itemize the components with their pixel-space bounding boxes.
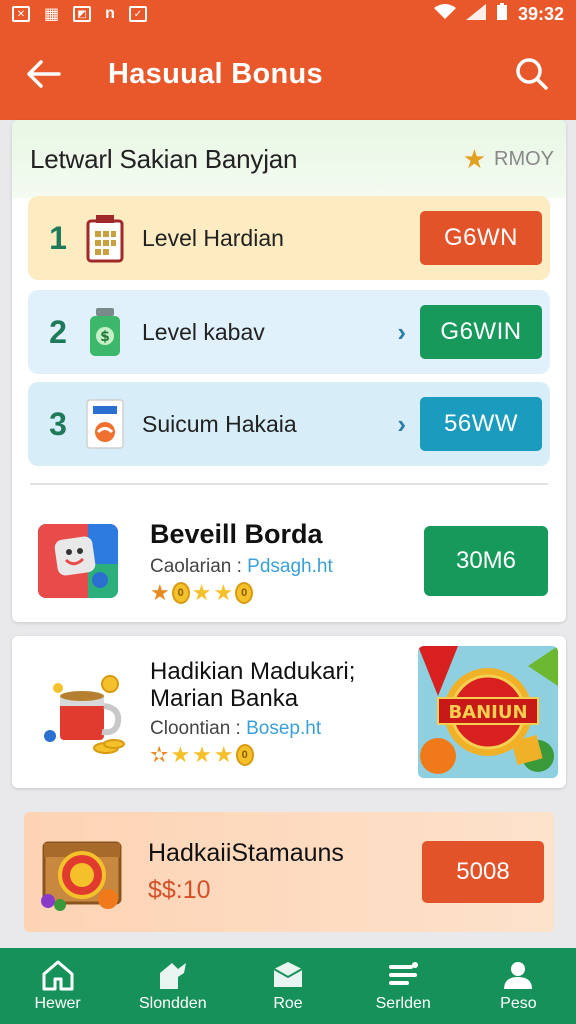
level-1-button[interactable]: G6WN xyxy=(420,211,542,265)
n-notification-icon: n xyxy=(105,5,115,22)
app-header: Hasuual Bonus xyxy=(0,28,576,120)
featured-title: Beveill Borda xyxy=(150,518,323,549)
reward-card[interactable]: HadkaiiStamauns $$:10 5008 xyxy=(24,812,554,932)
offer-sub-label: Cloontian : xyxy=(150,718,247,739)
star-icon: ★ xyxy=(191,579,212,605)
calendar-icon xyxy=(82,212,128,264)
nav-label: Slondden xyxy=(138,995,207,1012)
nav-peso[interactable]: Peso xyxy=(461,948,576,1024)
level-2-button[interactable]: G6WIN xyxy=(420,305,542,359)
nav-label: Roe xyxy=(273,995,303,1012)
nav-label: Peso xyxy=(500,995,537,1012)
nav-roe[interactable]: Roe xyxy=(230,948,345,1024)
battery-icon xyxy=(496,2,508,26)
chevron-right-icon: › xyxy=(397,316,406,347)
featured-sub-label: Caolarian : xyxy=(150,555,248,577)
level-number: 1 xyxy=(49,219,67,256)
level-number: 3 xyxy=(49,405,67,442)
main-card-badge[interactable]: ★ RMOY xyxy=(463,144,554,175)
check-notification-icon: ✓ xyxy=(128,6,147,22)
status-notifications: ✕ ▦ ◩ n ✓ xyxy=(12,4,147,24)
main-card-header: Letwarl Sakian Banyjan ★ RMOY xyxy=(12,120,566,198)
star-icon: ★ xyxy=(192,742,212,767)
level-3-button[interactable]: 56WW xyxy=(420,397,542,451)
promo-image[interactable]: BANIUN xyxy=(418,646,558,778)
image-notification-icon: ◩ xyxy=(73,6,92,22)
list-icon xyxy=(389,962,419,985)
offer-title-line1: Hadikian Madukari; xyxy=(150,658,356,685)
nav-serlden[interactable]: Serlden xyxy=(346,948,461,1024)
profile-icon xyxy=(504,962,533,989)
featured-sub-value: Pdsagh.ht xyxy=(247,555,333,577)
star-icon: ★ xyxy=(213,742,234,767)
level-row-2[interactable]: 2 $ Level kabav › G6WIN xyxy=(28,290,550,374)
nav-label: Hewer xyxy=(34,995,81,1012)
level-row-1[interactable]: 1 Level Hardian G6WN xyxy=(28,196,550,280)
wifi-icon xyxy=(433,3,456,25)
level-row-3[interactable]: 3 Suicum Hakaia › 56WW xyxy=(28,382,550,466)
star-icon: ★ xyxy=(462,143,486,174)
calendar-notification-icon: ▦ xyxy=(44,6,60,23)
level-label: Level Hardian xyxy=(142,224,284,251)
box-icon xyxy=(273,962,303,987)
home-icon xyxy=(42,960,74,991)
reward-button[interactable]: 5008 xyxy=(422,841,544,903)
reward-price: $$:10 xyxy=(148,876,211,904)
bottom-nav: Hewer Slondden Roe Serlden Peso xyxy=(0,948,576,1024)
nav-slondden[interactable]: Slondden xyxy=(115,948,230,1024)
notification-icon: ✕ xyxy=(12,6,30,22)
level-label: Suicum Hakaia xyxy=(142,410,297,437)
status-bar: ✕ ▦ ◩ n ✓ 39:32 xyxy=(0,0,576,28)
star-icon: ★ xyxy=(213,579,234,605)
rating: ✫ ★ ★ ★ 0 xyxy=(150,744,418,766)
level-number: 2 xyxy=(49,313,67,350)
featured-info: Beveill Borda Caolarian : Pdsagh.ht ★ 0 … xyxy=(150,519,424,604)
signal-icon xyxy=(465,3,486,25)
offer-info: Hadikian Madukari; Marian Banka Cloontia… xyxy=(150,658,418,766)
level-label: Level kabav xyxy=(142,318,265,345)
page-title: Hasuual Bonus xyxy=(108,57,323,90)
nav-home[interactable]: Hewer xyxy=(0,948,115,1024)
main-card-title: Letwarl Sakian Banyjan xyxy=(30,143,298,174)
coin-icon: 0 xyxy=(171,581,190,604)
search-icon xyxy=(516,58,548,90)
app-thumbnail xyxy=(38,524,118,598)
promo-text: BANIUN xyxy=(448,702,527,723)
coin-icon: 0 xyxy=(235,744,254,766)
rating: ★ 0 ★ ★ 0 xyxy=(150,579,424,605)
offer-card[interactable]: Hadikian Madukari; Marian Banka Cloontia… xyxy=(12,636,566,788)
offer-sub-value: Bosep.ht xyxy=(246,718,322,739)
badge-label: RMOY xyxy=(494,147,554,170)
chevron-right-icon: › xyxy=(397,408,406,439)
rocket-icon xyxy=(159,963,186,989)
main-card: Letwarl Sakian Banyjan ★ RMOY 1 Level Ha… xyxy=(12,120,566,622)
offer-title-line2: Marian Banka xyxy=(150,685,299,712)
coin-icon: 0 xyxy=(235,581,254,604)
search-button[interactable] xyxy=(502,44,562,104)
star-icon: ★ xyxy=(150,579,170,605)
arrow-left-icon xyxy=(27,60,61,88)
star-outline-icon: ✫ xyxy=(150,742,169,767)
svg-text:$: $ xyxy=(100,329,110,345)
treasure-chest-icon xyxy=(38,829,126,915)
star-icon: ★ xyxy=(170,742,191,767)
reward-title: HadkaiiStamauns xyxy=(148,839,344,867)
status-system: 39:32 xyxy=(433,2,564,26)
divider xyxy=(30,483,548,485)
mug-icon xyxy=(42,668,130,756)
featured-subtitle: Caolarian : Pdsagh.ht xyxy=(150,556,424,578)
reward-info: HadkaiiStamauns $$:10 xyxy=(148,839,422,905)
app-card-icon xyxy=(82,398,128,450)
back-button[interactable] xyxy=(8,44,78,104)
featured-app[interactable]: Beveill Borda Caolarian : Pdsagh.ht ★ 0 … xyxy=(12,500,566,622)
money-jar-icon: $ xyxy=(82,306,128,358)
offer-subtitle: Cloontian : Bosep.ht xyxy=(150,718,418,740)
nav-label: Serlden xyxy=(375,995,431,1012)
clock-text: 39:32 xyxy=(517,3,564,24)
featured-button[interactable]: 30M6 xyxy=(424,526,548,596)
